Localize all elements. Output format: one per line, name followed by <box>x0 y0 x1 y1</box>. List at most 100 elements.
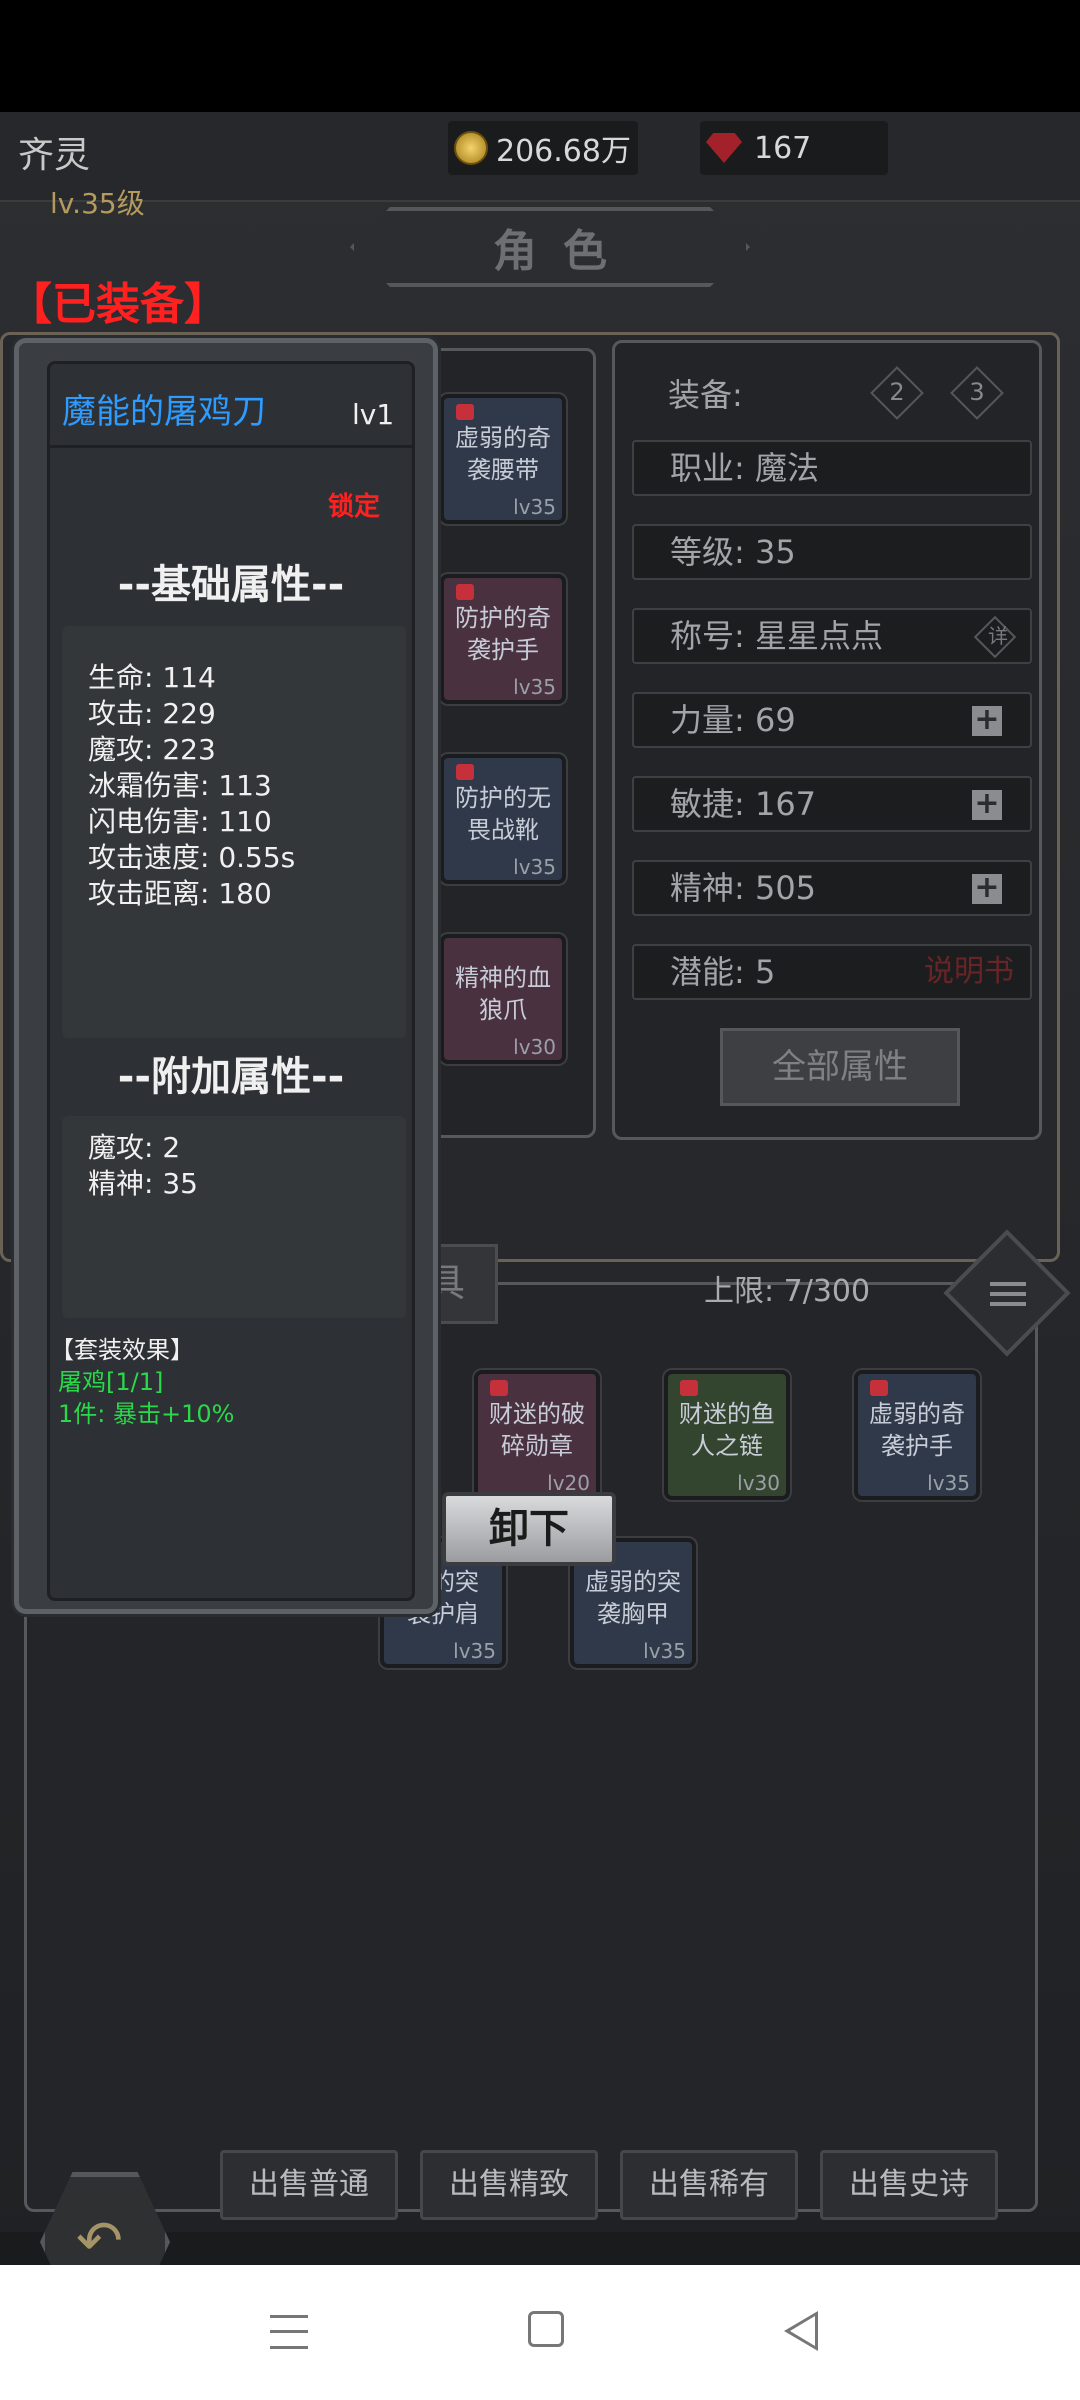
menu-nav-icon[interactable] <box>270 2315 308 2349</box>
set-badge-3-label: 3 <box>969 378 985 406</box>
equip-slot-claw[interactable]: 精神的血 狼爪 lv30 <box>440 934 566 1064</box>
slot-name-line1: 防护的无 <box>455 784 551 812</box>
equip-slot-gloves[interactable]: 防护的奇 袭护手 lv35 <box>440 574 566 704</box>
extra-attr-magic-attack: 魔攻: 2 <box>88 1131 181 1164</box>
equip-slot-belt[interactable]: 虚弱的奇 袭腰带 lv35 <box>440 394 566 524</box>
equip-label: 装备: <box>668 376 743 414</box>
attr-attack-speed: 攻击速度: 0.55s <box>88 841 296 874</box>
inventory-item[interactable]: 财迷的破 碎勋章 lv20 <box>474 1370 600 1500</box>
item-level: lv35 <box>453 1639 496 1663</box>
item-name-line1: 财迷的鱼 <box>679 1400 775 1428</box>
item-level: lv35 <box>927 1471 970 1495</box>
gem-amount: 167 <box>754 130 812 166</box>
attr-attack: 攻击: 229 <box>88 697 216 730</box>
stat-title[interactable]: 称号: 星星点点 详 <box>632 608 1032 664</box>
equip-slot-boots[interactable]: 防护的无 畏战靴 lv35 <box>440 754 566 884</box>
sell-rare-button[interactable]: 出售稀有 <box>620 2150 798 2220</box>
set-bonus: 1件: 暴击+10% <box>58 1400 235 1428</box>
stat-agility: 敏捷: 167 + <box>632 776 1032 832</box>
title-banner: 角色 <box>350 207 750 287</box>
inventory-item[interactable]: 虚弱的奇 袭护手 lv35 <box>854 1370 980 1500</box>
plus-icon[interactable]: + <box>972 705 1002 736</box>
manual-link[interactable]: 说明书 <box>924 946 1014 998</box>
page-title: 角色 <box>493 226 633 277</box>
extra-attr-spirit: 精神: 35 <box>88 1167 198 1200</box>
base-attributes-box: 生命: 114 攻击: 229 魔攻: 223 冰霜伤害: 113 闪电伤害: … <box>62 626 406 1038</box>
sell-common-button[interactable]: 出售普通 <box>220 2150 398 2220</box>
all-attributes-button[interactable]: 全部属性 <box>720 1028 960 1106</box>
extra-attributes-header: --附加属性-- <box>117 1054 345 1100</box>
item-name-line2: 袭护手 <box>881 1432 953 1460</box>
slot-level: lv35 <box>513 675 556 699</box>
stat-strength: 力量: 69 + <box>632 692 1032 748</box>
stat-level-text: 等级: 35 <box>670 533 796 571</box>
item-level: lv35 <box>643 1639 686 1663</box>
sell-fine-button[interactable]: 出售精致 <box>420 2150 598 2220</box>
attr-magic-attack: 魔攻: 223 <box>88 733 216 766</box>
slot-level: lv30 <box>513 1035 556 1059</box>
stat-spirit: 精神: 505 + <box>632 860 1032 916</box>
gem-display: 167 <box>700 121 888 175</box>
system-nav-bar <box>0 2265 1080 2400</box>
set-name: 屠鸡[1/1] <box>58 1368 164 1396</box>
stat-spirit-text: 精神: 505 <box>670 869 817 907</box>
stat-title-text: 称号: 星星点点 <box>670 617 883 655</box>
lock-icon <box>456 404 474 420</box>
lock-button[interactable]: 锁定 <box>328 486 380 523</box>
slot-name-line2: 畏战靴 <box>467 816 539 844</box>
slot-level: lv35 <box>513 495 556 519</box>
item-name-line1: 虚弱的突 <box>585 1568 681 1596</box>
stat-job-text: 职业: 魔法 <box>670 449 819 487</box>
plus-icon[interactable]: + <box>972 873 1002 904</box>
home-nav-icon[interactable] <box>528 2311 564 2347</box>
unequip-button[interactable]: 卸下 <box>442 1492 616 1566</box>
item-name: 魔能的屠鸡刀 <box>62 392 266 432</box>
extra-attributes-box: 魔攻: 2 精神: 35 <box>62 1116 406 1318</box>
plus-icon[interactable]: + <box>972 789 1002 820</box>
item-level: lv1 <box>352 398 395 431</box>
inventory-item[interactable]: 财迷的鱼 人之链 lv30 <box>664 1370 790 1500</box>
stat-potential-text: 潜能: 5 <box>670 953 776 991</box>
slot-level: lv35 <box>513 855 556 879</box>
gold-amount: 206.68万 <box>496 134 631 169</box>
back-arrow-icon: ↶ <box>76 2209 123 2266</box>
detail-icon-label: 详 <box>988 624 1008 648</box>
lock-icon <box>870 1380 888 1396</box>
attr-attack-range: 攻击距离: 180 <box>88 877 272 910</box>
attr-frost-damage: 冰霜伤害: 113 <box>88 769 272 802</box>
lock-icon <box>456 764 474 780</box>
top-bar: 齐灵 206.68万 167 <box>0 112 1080 202</box>
set-badge-2-label: 2 <box>889 378 905 406</box>
popup-body: 魔能的屠鸡刀 lv1 锁定 --基础属性-- 生命: 114 攻击: 229 魔… <box>47 361 415 1601</box>
attr-lightning-damage: 闪电伤害: 110 <box>88 805 272 838</box>
stat-agility-text: 敏捷: 167 <box>670 785 817 823</box>
slot-name-line2: 袭护手 <box>467 636 539 664</box>
lock-icon <box>490 1380 508 1396</box>
stat-strength-text: 力量: 69 <box>670 701 796 739</box>
inventory-capacity: 上限: 7/300 <box>704 1274 871 1309</box>
item-detail-popup: 魔能的屠鸡刀 lv1 锁定 --基础属性-- 生命: 114 攻击: 229 魔… <box>14 338 438 1614</box>
base-attributes-header: --基础属性-- <box>117 562 345 608</box>
slot-name-line1: 防护的奇 <box>455 604 551 632</box>
slot-name-line1: 虚弱的奇 <box>455 424 551 452</box>
stat-job: 职业: 魔法 <box>632 440 1032 496</box>
slot-name-line2: 狼爪 <box>479 996 527 1024</box>
stat-level: 等级: 35 <box>632 524 1032 580</box>
item-name-line1: 虚弱的奇 <box>869 1400 965 1428</box>
item-level: lv30 <box>737 1471 780 1495</box>
player-name: 齐灵 <box>18 135 91 176</box>
item-name-line2: 袭胸甲 <box>597 1600 669 1628</box>
player-level: lv.35级 <box>50 187 145 220</box>
back-nav-icon-inner <box>790 2316 815 2346</box>
item-name-line2: 人之链 <box>691 1432 763 1460</box>
lock-icon <box>456 584 474 600</box>
item-name-line1: 财迷的破 <box>489 1400 585 1428</box>
stat-potential: 潜能: 5 说明书 <box>632 944 1032 1000</box>
item-level: lv20 <box>547 1471 590 1495</box>
gold-coin-icon <box>454 131 488 165</box>
attr-hp: 生命: 114 <box>88 661 216 694</box>
menu-icon <box>990 1282 1026 1306</box>
gold-display: 206.68万 <box>448 121 638 175</box>
sell-epic-button[interactable]: 出售史诗 <box>820 2150 998 2220</box>
equipped-label: 【已装备】 <box>8 279 228 330</box>
